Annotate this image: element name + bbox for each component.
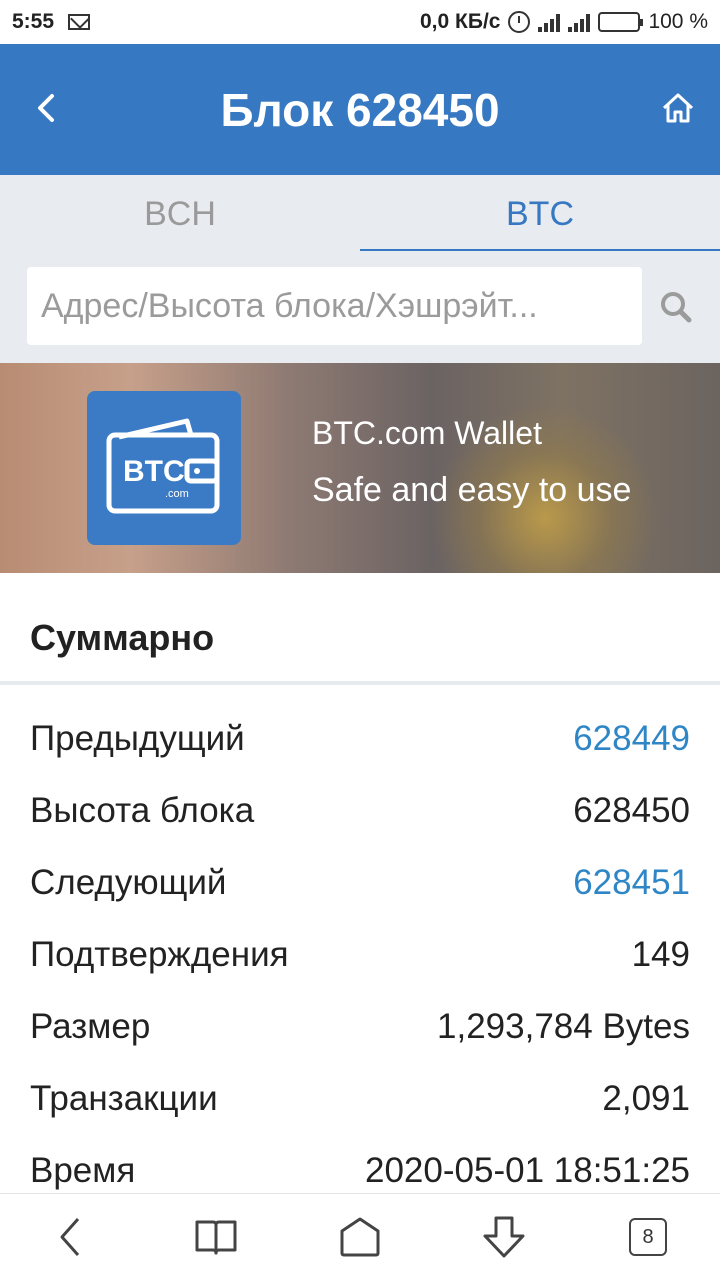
signal-icon	[568, 12, 591, 32]
signal-4g-icon	[538, 12, 561, 32]
coin-tabs: BCH BTC	[0, 175, 720, 253]
row-transactions: Транзакции 2,091	[30, 1069, 690, 1129]
wallet-banner[interactable]: BTC .com BTC.com Wallet Safe and easy to…	[0, 363, 720, 573]
chevron-left-icon	[60, 1218, 80, 1256]
tab-bch[interactable]: BCH	[0, 175, 360, 253]
nav-back-button[interactable]	[42, 1207, 102, 1267]
row-confirmations: Подтверждения 149	[30, 925, 690, 985]
home-icon	[340, 1217, 380, 1257]
banner-title: BTC.com Wallet	[312, 415, 542, 451]
logo-subtext: .com	[165, 488, 189, 500]
nav-home-button[interactable]	[330, 1207, 390, 1267]
browser-bottom-nav: 8	[0, 1193, 720, 1280]
divider	[0, 681, 720, 685]
previous-block-link[interactable]: 628449	[573, 719, 690, 759]
nav-tabs-button[interactable]: 8	[618, 1207, 678, 1267]
row-previous: Предыдущий 628449	[30, 709, 690, 769]
page-title: Блок 628450	[220, 83, 500, 136]
app-header: Блок 628450	[0, 44, 720, 175]
book-icon	[195, 1220, 237, 1255]
row-height: Высота блока 628450	[30, 781, 690, 841]
battery-percent: 100 %	[648, 10, 708, 33]
row-label: Транзакции	[30, 1079, 218, 1118]
row-value: 2020-05-01 18:51:25	[365, 1151, 690, 1190]
summary-section: Суммарно Предыдущий 628449 Высота блока …	[0, 573, 720, 1193]
chevron-left-icon[interactable]	[28, 88, 68, 128]
home-icon[interactable]	[658, 88, 698, 128]
nav-bookmarks-button[interactable]	[186, 1207, 246, 1267]
tab-btc[interactable]: BTC	[360, 175, 720, 253]
status-bar: 5:55 0,0 КБ/с 100 %	[0, 0, 720, 44]
row-time: Время 2020-05-01 18:51:25	[30, 1141, 690, 1201]
row-label: Размер	[30, 1007, 151, 1046]
row-label: Предыдущий	[30, 719, 245, 758]
mail-icon	[68, 14, 91, 30]
row-label: Подтверждения	[30, 935, 289, 974]
row-value: 149	[631, 935, 690, 974]
status-time: 5:55	[12, 10, 55, 33]
btc-wallet-logo: BTC .com	[87, 391, 241, 545]
next-block-link[interactable]: 628451	[573, 863, 690, 903]
download-arrow-icon	[483, 1216, 525, 1258]
banner-subtitle: Safe and easy to use	[312, 471, 632, 509]
row-next: Следующий 628451	[30, 853, 690, 913]
row-value: 2,091	[602, 1079, 690, 1118]
nav-download-button[interactable]	[474, 1207, 534, 1267]
status-right: 0,0 КБ/с 100 %	[420, 10, 708, 34]
tabs-count: 8	[629, 1218, 667, 1256]
row-size: Размер 1,293,784 Bytes	[30, 997, 690, 1057]
section-title: Суммарно	[30, 617, 215, 658]
row-label: Следующий	[30, 863, 227, 902]
row-value: 628450	[573, 791, 690, 830]
row-value: 1,293,784 Bytes	[437, 1007, 690, 1046]
search-icon[interactable]	[656, 287, 696, 327]
row-label: Высота блока	[30, 791, 255, 830]
alarm-icon	[508, 11, 531, 33]
row-label: Время	[30, 1151, 136, 1190]
wallet-icon: BTC .com	[106, 418, 220, 514]
logo-text: BTC	[123, 455, 185, 488]
battery-icon	[598, 12, 644, 32]
search-bar	[0, 253, 720, 363]
search-input[interactable]	[27, 267, 642, 345]
network-speed: 0,0 КБ/с	[420, 10, 501, 33]
